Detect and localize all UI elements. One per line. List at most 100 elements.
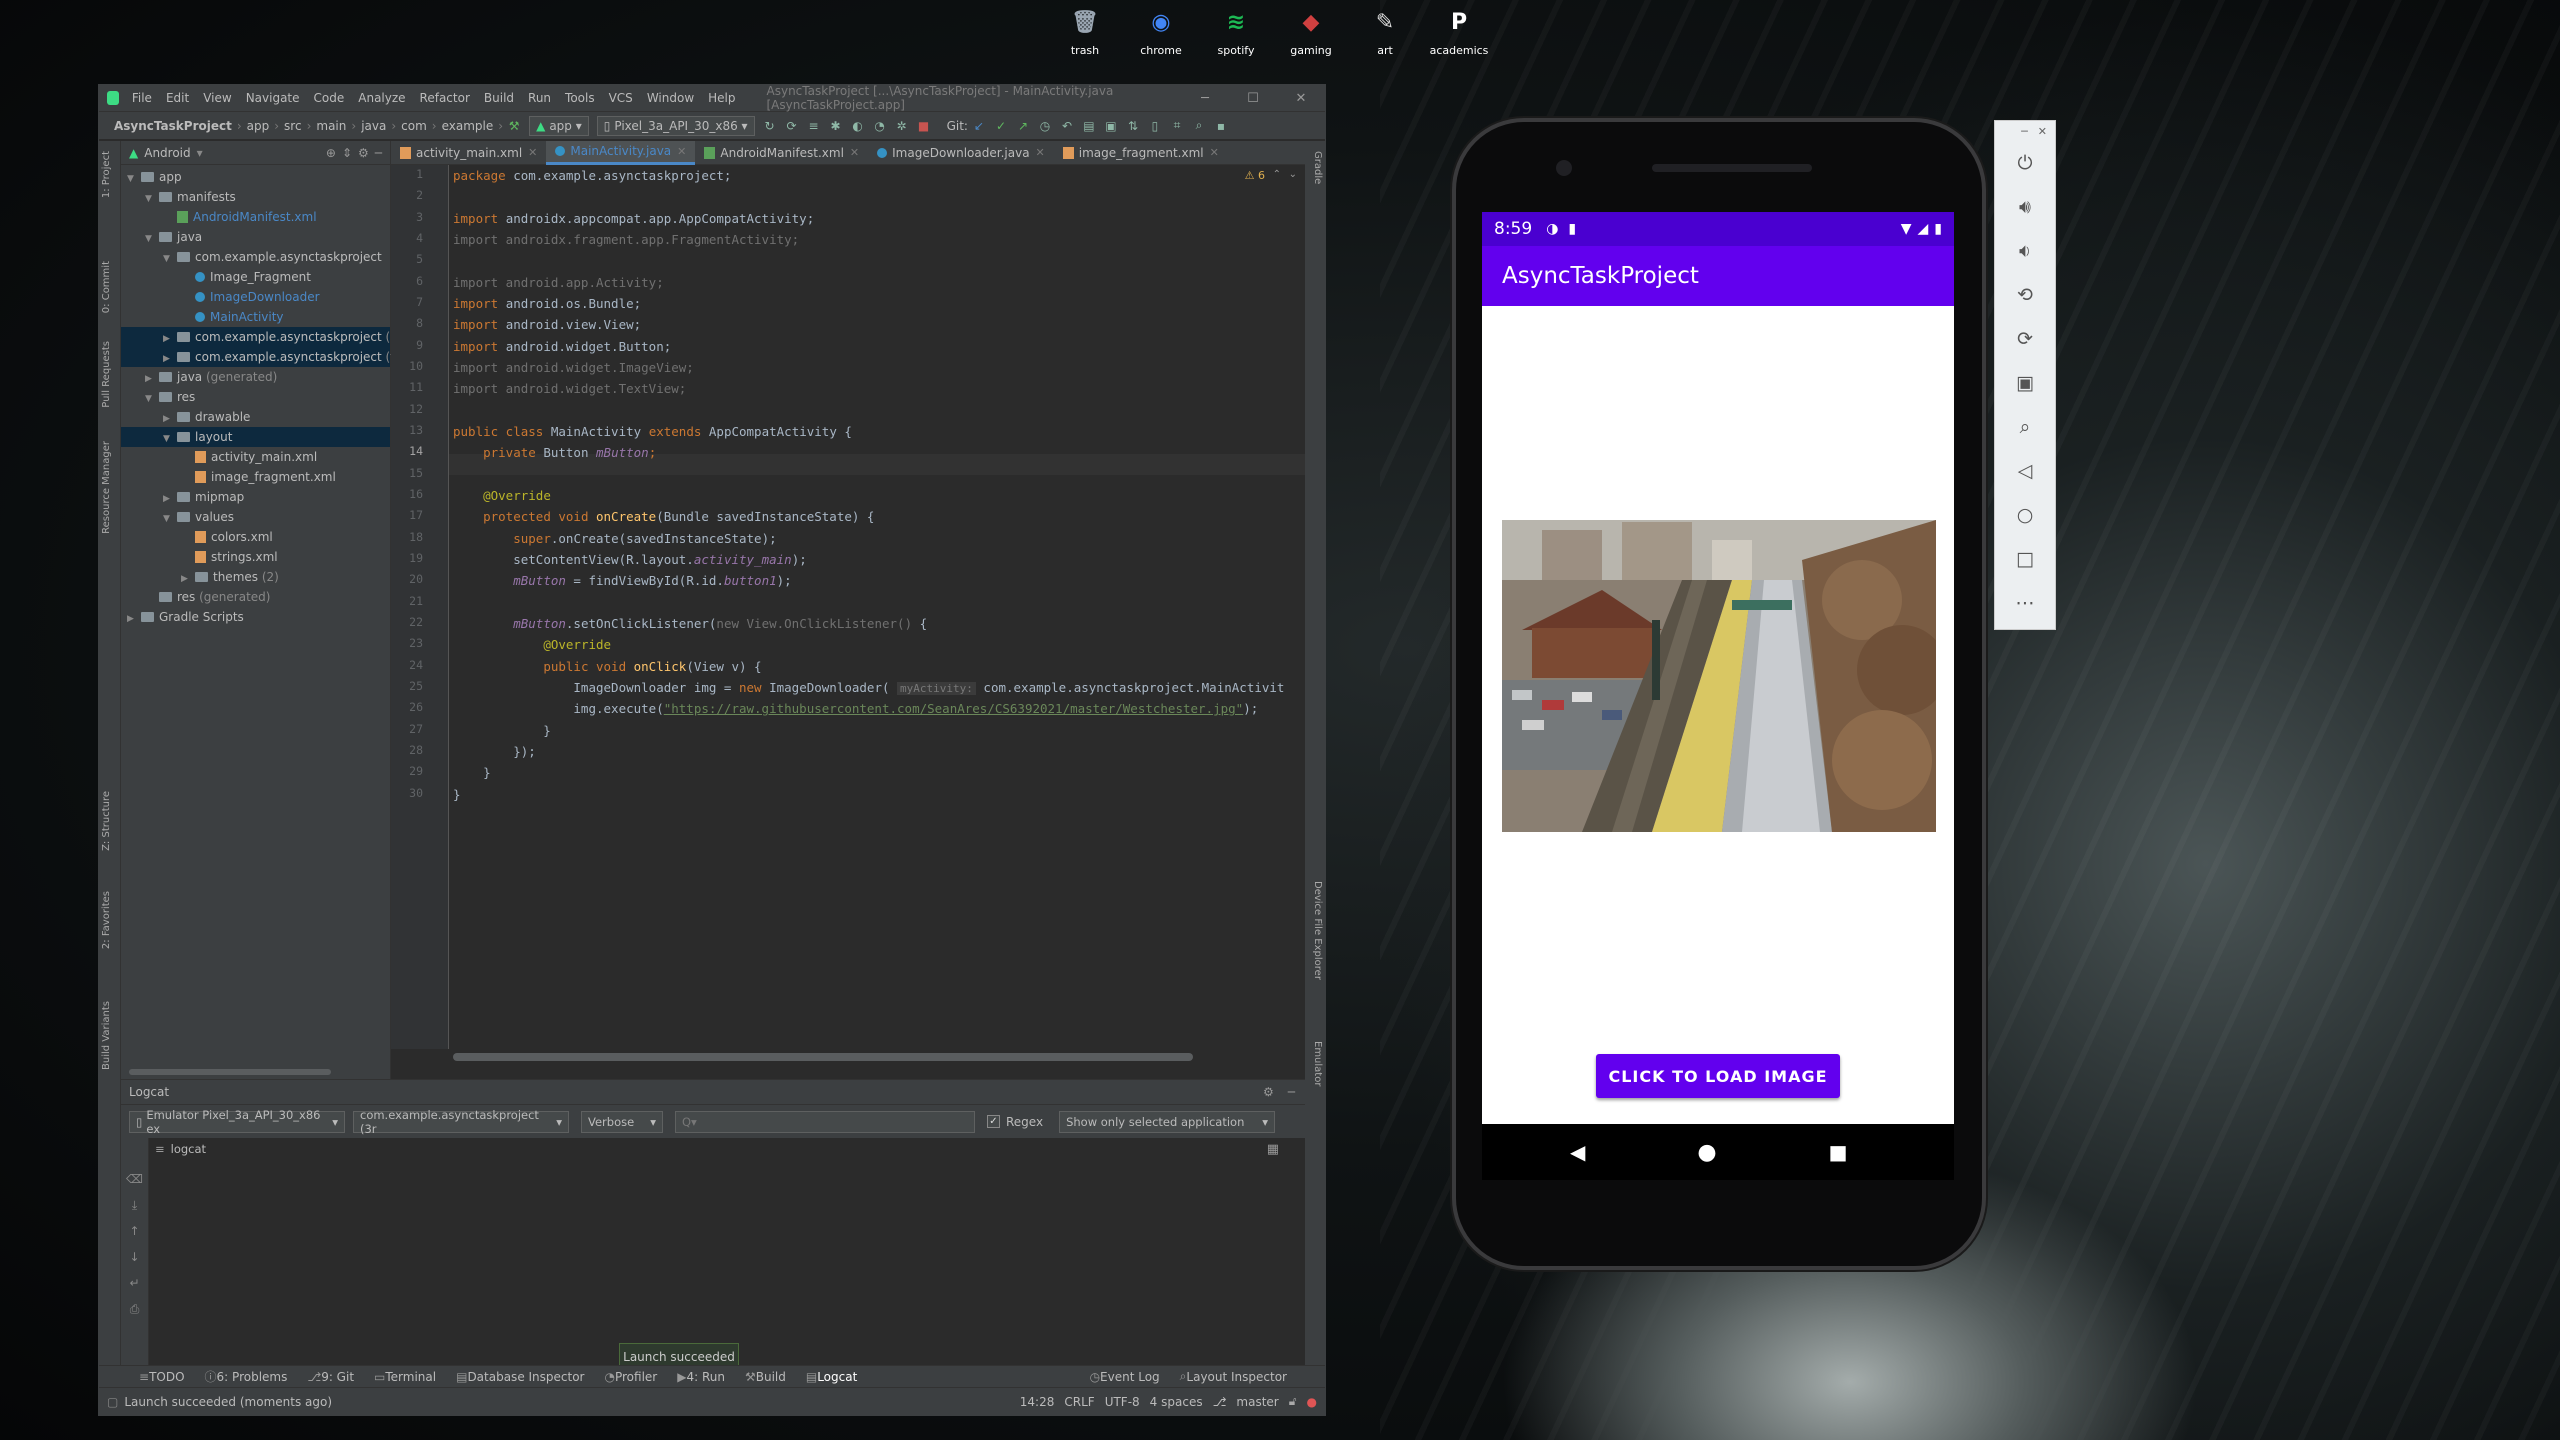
close-icon[interactable]: ✕: [677, 145, 686, 158]
close-icon[interactable]: ✕: [528, 146, 537, 159]
chevron-right-icon[interactable]: ▶: [163, 349, 177, 369]
side-tab[interactable]: 0: Commit: [101, 261, 112, 313]
menu-item[interactable]: File: [125, 91, 159, 105]
tool-window-tab[interactable]: ⌕ Layout Inspector: [1170, 1369, 1297, 1384]
tree-item[interactable]: ▶com.example.asynctaskproject (test): [121, 347, 418, 369]
process-select[interactable]: com.example.asynctaskproject (3r ▾: [353, 1108, 569, 1136]
up-icon[interactable]: ↑: [121, 1218, 148, 1244]
tool-window-tab[interactable]: ▤ Database Inspector: [446, 1370, 594, 1384]
minimize-icon[interactable]: ─: [1181, 91, 1229, 106]
close-icon[interactable]: ✕: [2038, 125, 2047, 138]
side-tab[interactable]: 2: Favorites: [101, 891, 112, 949]
settings-icon[interactable]: ▪: [1210, 117, 1232, 135]
menu-item[interactable]: Navigate: [239, 91, 307, 105]
tree-item[interactable]: ▶ java (generated): [121, 367, 390, 387]
power-icon[interactable]: ⏻: [1995, 141, 2055, 185]
chevron-down-icon[interactable]: ▼: [163, 249, 177, 269]
tool-window-tab[interactable]: ◷ Event Log: [1080, 1370, 1170, 1384]
side-tab[interactable]: Z: Structure: [101, 791, 112, 851]
zoom-icon[interactable]: ⌕: [1995, 405, 2055, 449]
coverage-icon[interactable]: ◐: [847, 117, 869, 135]
error-stripe[interactable]: [1287, 189, 1301, 1049]
tree-item[interactable]: ▼ java: [121, 227, 390, 247]
error-icon[interactable]: ●: [1307, 1395, 1317, 1409]
locate-icon[interactable]: ⊕: [326, 146, 336, 160]
profile-icon[interactable]: ◔: [869, 117, 891, 135]
chevron-right-icon[interactable]: ▶: [163, 329, 177, 349]
load-image-button[interactable]: CLICK TO LOAD IMAGE: [1596, 1054, 1840, 1098]
project-structure-icon[interactable]: ▤: [1078, 117, 1100, 135]
tree-item[interactable]: ▶ themes (2): [121, 567, 390, 587]
editor-tab[interactable]: image_fragment.xml ✕: [1054, 141, 1228, 165]
close-icon[interactable]: ✕: [850, 146, 859, 159]
git-update-icon[interactable]: ↙: [968, 117, 990, 135]
tree-item[interactable]: AndroidManifest.xml: [121, 207, 390, 227]
menu-item[interactable]: Run: [521, 91, 558, 105]
chevron-up-icon[interactable]: ⌃: [1273, 169, 1281, 180]
tool-window-tab[interactable]: ▶ 4: Run: [667, 1370, 735, 1384]
tree-item[interactable]: ▶ mipmap: [121, 487, 390, 507]
tool-window-tab[interactable]: ▭ Terminal: [364, 1370, 446, 1384]
side-tab[interactable]: Pull Requests: [101, 341, 112, 408]
chevron-down-icon[interactable]: ▼: [163, 509, 177, 529]
editor-tab[interactable]: MainActivity.java ✕: [546, 140, 696, 165]
breadcrumb-item[interactable]: app: [242, 119, 275, 133]
side-tab[interactable]: 1: Project: [101, 151, 112, 198]
breadcrumb-item[interactable]: java: [356, 119, 391, 133]
desktop-shortcut[interactable]: Pacademics: [1424, 6, 1494, 58]
log-level-select[interactable]: Verbose ▾: [581, 1110, 663, 1133]
tree-item[interactable]: image_fragment.xml: [121, 467, 390, 487]
avd-manager-icon[interactable]: ▯: [1144, 117, 1166, 135]
menu-item[interactable]: Refactor: [413, 91, 477, 105]
tree-item[interactable]: ▼ layout: [121, 427, 390, 447]
breadcrumb-item[interactable]: src: [279, 119, 307, 133]
menu-item[interactable]: View: [196, 91, 238, 105]
tool-window-tab[interactable]: ◔ Profiler: [594, 1370, 667, 1384]
desktop-shortcut[interactable]: ✎ art: [1350, 6, 1420, 58]
overview-icon[interactable]: ■: [1829, 1140, 1848, 1164]
editor-tab[interactable]: ImageDownloader.java ✕: [868, 141, 1054, 165]
debug-icon[interactable]: ✱: [825, 117, 847, 135]
tree-item[interactable]: MainActivity: [121, 307, 390, 327]
tool-window-tab[interactable]: ≡ TODO: [129, 1370, 195, 1384]
git-history-icon[interactable]: ◷: [1034, 117, 1056, 135]
tree-item[interactable]: activity_main.xml: [121, 447, 390, 467]
side-tab[interactable]: Build Variants: [101, 1001, 112, 1070]
hide-icon[interactable]: ─: [1288, 1085, 1295, 1099]
tool-window-tab[interactable]: ⎇ 9: Git: [297, 1370, 364, 1384]
horizontal-scrollbar[interactable]: [453, 1053, 1193, 1061]
back-icon[interactable]: ◁: [1995, 449, 2055, 493]
tree-item[interactable]: colors.xml: [121, 527, 390, 547]
git-branch[interactable]: master: [1236, 1395, 1278, 1409]
overview-icon[interactable]: □: [1995, 537, 2055, 581]
menu-item[interactable]: Build: [477, 91, 521, 105]
tree-item[interactable]: strings.xml: [121, 547, 390, 567]
search-everywhere-icon[interactable]: ⌕: [1188, 117, 1210, 135]
chevron-down-icon[interactable]: ⌄: [1289, 169, 1297, 180]
chevron-down-icon[interactable]: ▼: [127, 169, 141, 189]
horizontal-scrollbar[interactable]: [129, 1069, 331, 1075]
desktop-shortcut[interactable]: ◆ gaming: [1276, 6, 1346, 58]
tree-item[interactable]: ▶ Gradle Scripts: [121, 607, 390, 627]
warnings-indicator[interactable]: ⚠ 6: [1245, 169, 1265, 182]
tool-window-tab[interactable]: ⚒ Build: [735, 1370, 796, 1384]
code-text[interactable]: package com.example.asynctaskproject; imp…: [453, 165, 1284, 1049]
apply-code-icon[interactable]: ≡: [803, 117, 825, 135]
chevron-right-icon[interactable]: ▶: [181, 569, 195, 589]
menu-item[interactable]: Analyze: [351, 91, 412, 105]
tree-item[interactable]: ▼ manifests: [121, 187, 390, 207]
print-icon[interactable]: ⎙: [121, 1296, 148, 1322]
tree-item[interactable]: ImageDownloader: [121, 287, 390, 307]
home-icon[interactable]: ○: [1995, 493, 2055, 537]
git-push-icon[interactable]: ↗: [1012, 117, 1034, 135]
tool-window-tab[interactable]: ▤ Logcat: [796, 1370, 867, 1384]
tree-item[interactable]: Image_Fragment: [121, 267, 390, 287]
line-separator[interactable]: CRLF: [1064, 1395, 1094, 1409]
run-config-select[interactable]: ▲ app ▾: [529, 115, 589, 136]
chevron-down-icon[interactable]: ▾: [197, 146, 203, 160]
indent-setting[interactable]: 4 spaces: [1150, 1395, 1203, 1409]
regex-checkbox[interactable]: ✓: [987, 1115, 1000, 1128]
close-icon[interactable]: ✕: [1036, 146, 1045, 159]
desktop-shortcut[interactable]: ◉ chrome: [1126, 6, 1196, 58]
editor-tab[interactable]: AndroidManifest.xml ✕: [695, 141, 868, 165]
